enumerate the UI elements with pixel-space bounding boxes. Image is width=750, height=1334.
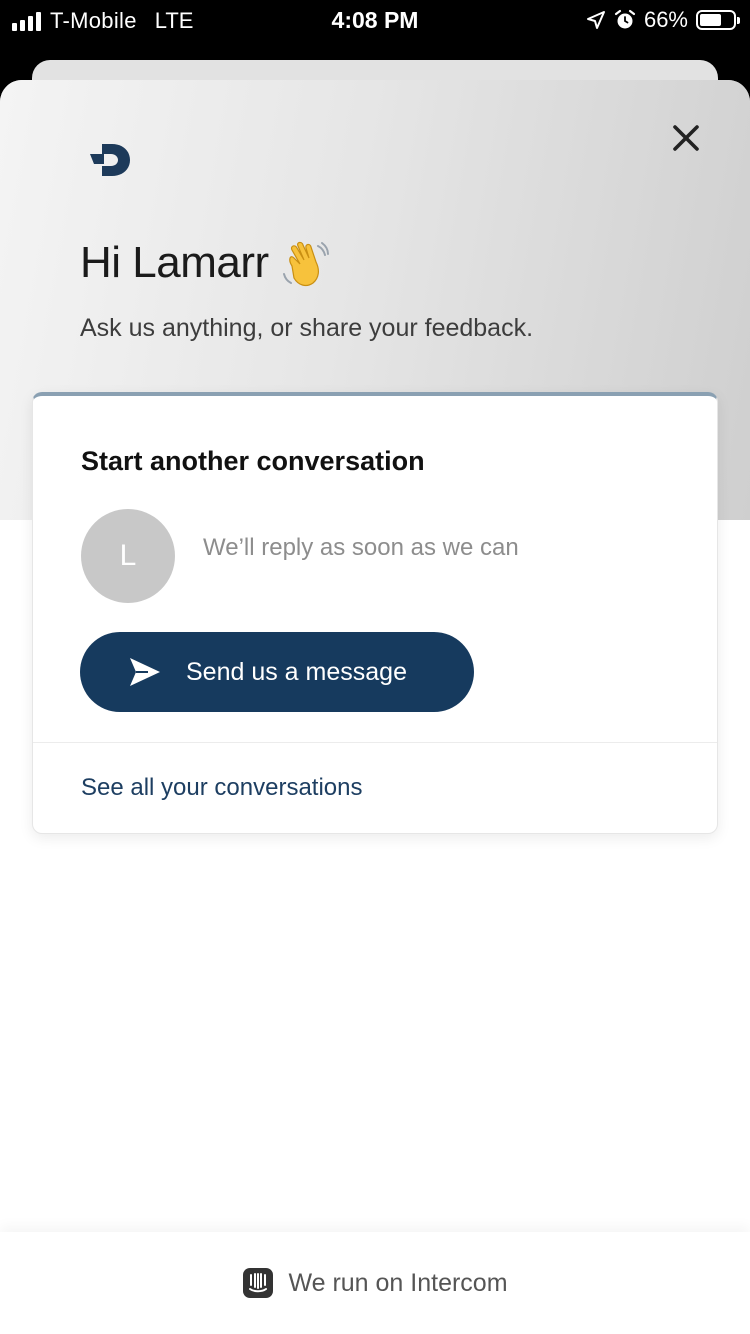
footer-text: We run on Intercom	[288, 1268, 508, 1297]
reply-time-text: We’ll reply as soon as we can	[203, 534, 519, 561]
battery-icon	[696, 10, 740, 30]
status-bar: T-Mobile LTE 4:08 PM 66%	[0, 0, 750, 42]
send-message-button[interactable]: Send us a message	[80, 632, 474, 712]
conversation-card: Start another conversation L We’ll reply…	[32, 392, 718, 834]
intercom-footer[interactable]: We run on Intercom	[0, 1232, 750, 1334]
avatar: L	[81, 509, 175, 603]
see-all-conversations-link[interactable]: See all your conversations	[81, 774, 362, 802]
alarm-icon	[614, 9, 636, 29]
battery-percent: 66%	[643, 7, 688, 32]
greeting-subtitle: Ask us anything, or share your feedback.	[80, 314, 534, 342]
card-title: Start another conversation	[81, 446, 425, 476]
d-logo-icon	[90, 144, 130, 176]
intercom-icon	[243, 1268, 274, 1298]
battery-fill	[700, 14, 722, 26]
card-divider	[33, 742, 717, 743]
status-right: 66%	[586, 7, 740, 33]
location-arrow-icon	[586, 11, 605, 29]
send-icon	[130, 658, 160, 686]
send-message-label: Send us a message	[186, 657, 407, 686]
waving-hand-icon	[283, 241, 329, 287]
close-icon[interactable]	[664, 116, 708, 160]
greeting-title: Hi Lamarr	[80, 238, 269, 287]
messenger-sheet: Hi Lamarr Ask us anything, or share your…	[0, 80, 750, 1334]
